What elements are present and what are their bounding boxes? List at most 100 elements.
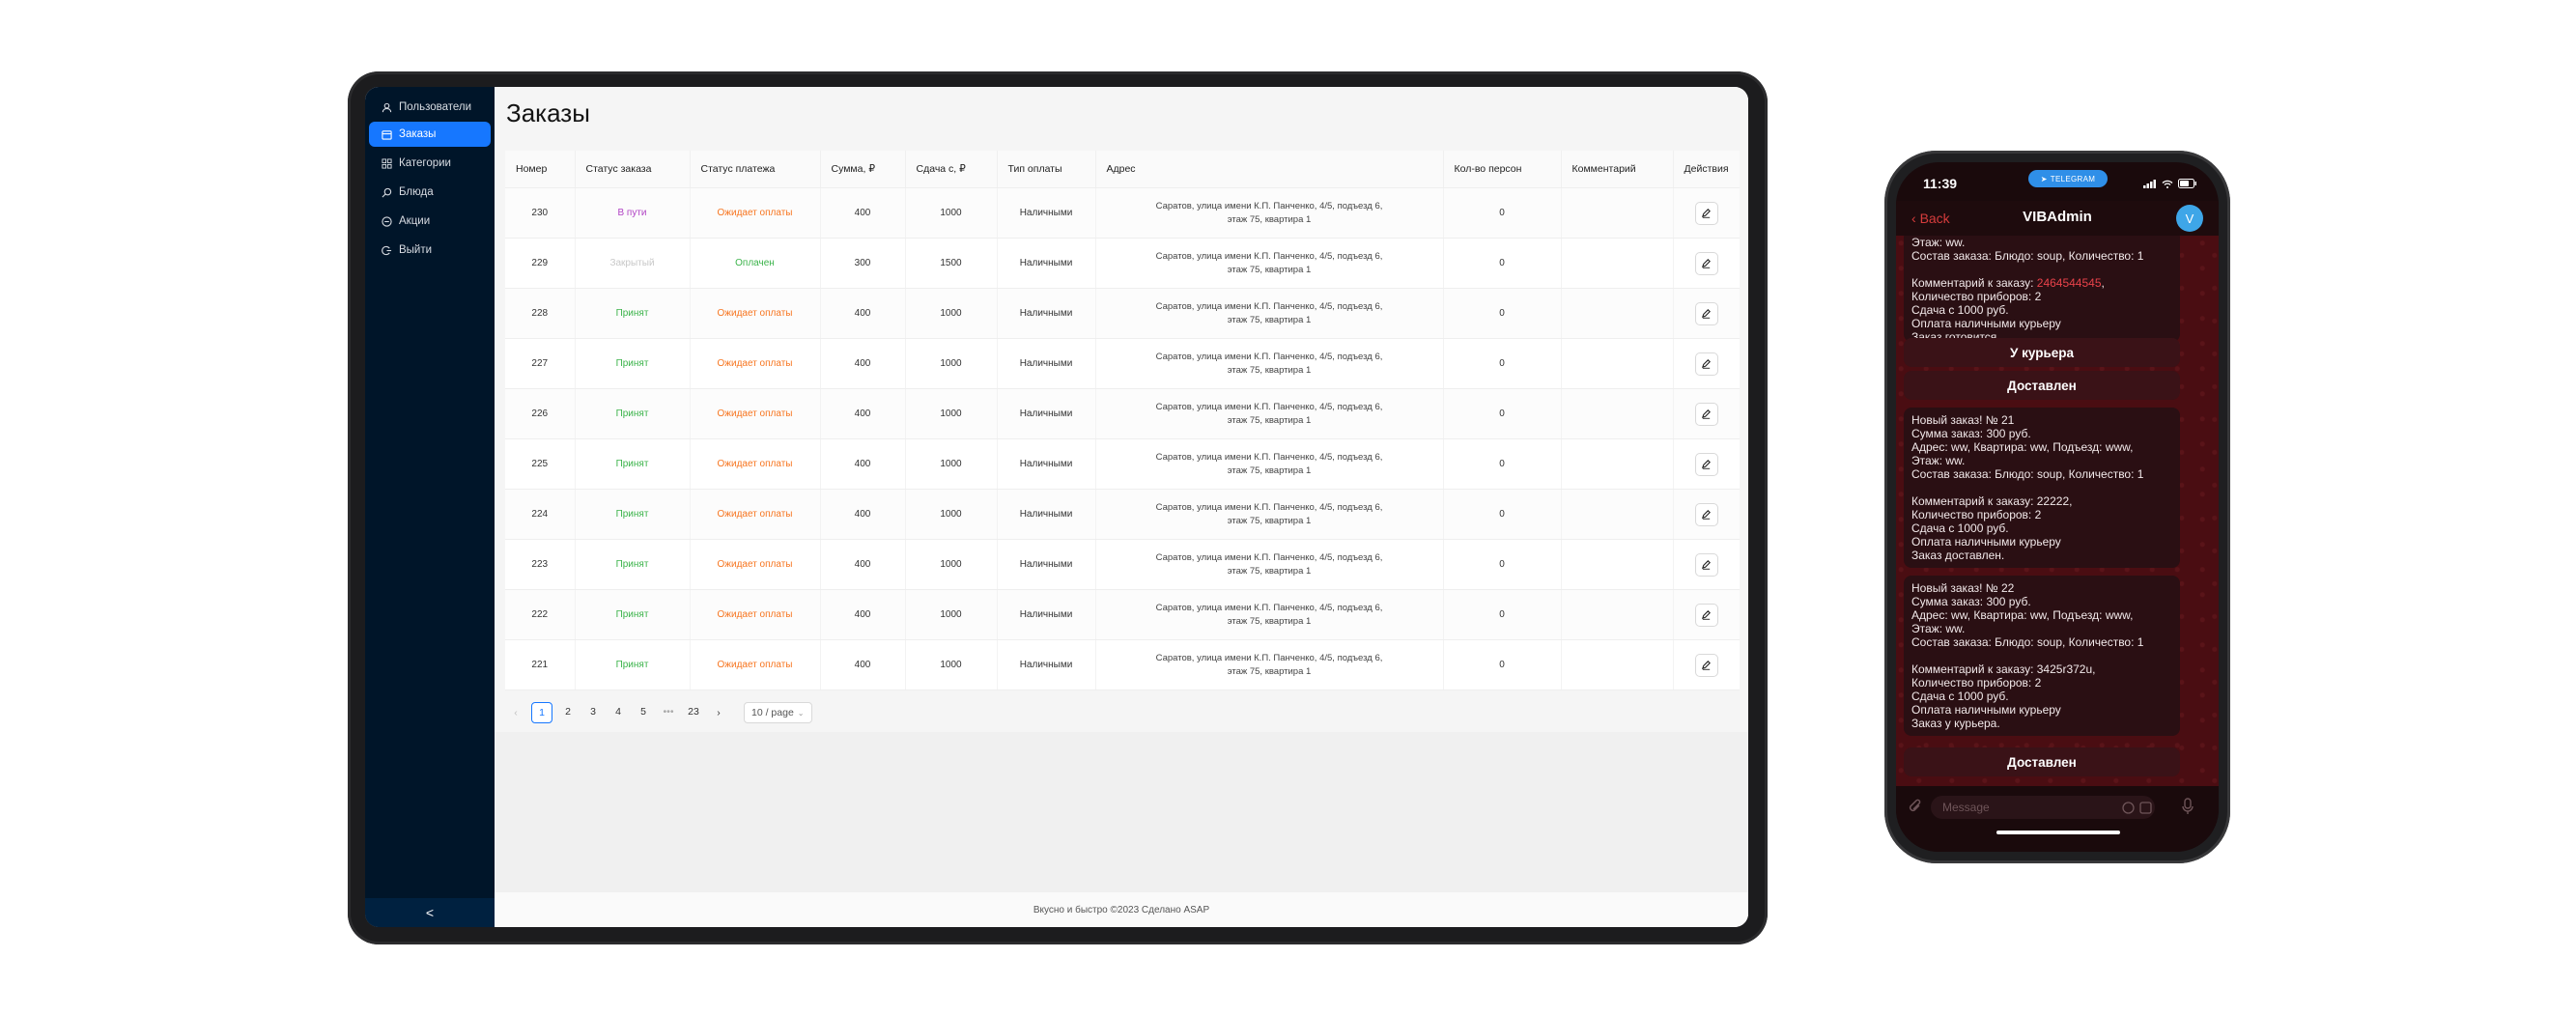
tag-icon (381, 215, 392, 227)
column-header: Сумма, ₽ (820, 151, 906, 188)
message-bubble: Новый заказ! № 21 Сумма заказ: 300 руб. … (1904, 408, 2180, 568)
page-5-button[interactable]: 5 (634, 702, 653, 721)
message-bubble: Этаж: ww. Состав заказа: Блюдо: soup, Ко… (1904, 236, 2180, 344)
order-number: 223 (505, 539, 576, 590)
keyboard-button-delivered[interactable]: Доставлен (1904, 371, 2180, 400)
table-row[interactable]: 228 Принят Ожидает оплаты 400 1000 Наличными С… (505, 288, 1740, 339)
sidebar-item-dishes[interactable]: Блюда (369, 180, 491, 205)
order-address: Саратов, улица имени К.П. Панченко, 4/5,… (1095, 187, 1444, 239)
message-text: Комментарий к заказу: (1911, 276, 2037, 290)
pagination: ‹ 1 2 3 4 5 ••• 23 › 10 / page ⌄ (506, 701, 812, 724)
order-comment (1561, 539, 1674, 590)
keyboard-icon[interactable] (2139, 802, 2152, 819)
attach-icon[interactable] (1908, 798, 1923, 820)
order-change: 1000 (905, 438, 998, 490)
next-page-button[interactable]: › (709, 703, 728, 722)
payment-type: Наличными (997, 489, 1096, 540)
actions-cell (1673, 639, 1740, 690)
telegram-pill[interactable]: ➤ TELEGRAM (2028, 170, 2108, 187)
order-comment (1561, 489, 1674, 540)
table-row[interactable]: 224 Принят Ожидает оплаты 400 1000 Наличными С… (505, 489, 1740, 540)
edit-button[interactable] (1694, 552, 1718, 577)
order-number: 224 (505, 489, 576, 540)
edit-button[interactable] (1694, 502, 1718, 526)
order-address: Саратов, улица имени К.П. Панченко, 4/5,… (1095, 589, 1444, 640)
sidebar-collapse-button[interactable]: < (365, 898, 495, 927)
sidebar-item-promotions[interactable]: Акции (369, 209, 491, 234)
status-icons (2143, 176, 2197, 191)
table-row[interactable]: 226 Принят Ожидает оплаты 400 1000 Наличными С… (505, 388, 1740, 439)
sidebar-item-label: Акции (399, 215, 431, 227)
edit-button[interactable] (1694, 653, 1718, 677)
payment-type: Наличными (997, 388, 1096, 439)
table-row[interactable]: 227 Принят Ожидает оплаты 400 1000 Наличными С… (505, 338, 1740, 389)
table-row[interactable]: 221 Принят Ожидает оплаты 400 1000 Наличными С… (505, 639, 1740, 690)
table-header-row: Номер Статус заказа Статус платежа Сумма, ₽… (505, 151, 1740, 188)
address-line: этаж 75, квартира 1 (1227, 264, 1312, 275)
page-3-button[interactable]: 3 (583, 702, 603, 721)
sidebar-item-users[interactable]: Пользователи (369, 95, 491, 120)
keyboard-button-courier[interactable]: У курьера (1904, 338, 2180, 367)
payment-type: Наличными (997, 238, 1096, 289)
edit-button[interactable] (1694, 352, 1718, 376)
sticker-icon[interactable] (2122, 802, 2135, 819)
actions-cell (1673, 589, 1740, 640)
status-bar: 11:39 ➤ TELEGRAM (1896, 162, 2219, 201)
page-2-button[interactable]: 2 (558, 702, 578, 721)
order-comment (1561, 438, 1674, 490)
order-status-label: Принят (615, 559, 649, 570)
edit-button[interactable] (1694, 452, 1718, 476)
edit-button[interactable] (1694, 201, 1718, 225)
table-row[interactable]: 222 Принят Ожидает оплаты 400 1000 Наличными С… (505, 589, 1740, 640)
order-sum: 400 (820, 187, 906, 239)
sidebar-item-categories[interactable]: Категории (369, 151, 491, 176)
order-status: Принят (575, 489, 691, 540)
order-sum: 300 (820, 238, 906, 289)
order-change: 1000 (905, 338, 998, 389)
edit-button[interactable] (1694, 603, 1718, 627)
table-row[interactable]: 229 Закрытый Оплачен 300 1500 Наличными Сарато… (505, 238, 1740, 289)
battery-icon (2178, 176, 2197, 191)
table-row[interactable]: 225 Принят Ожидает оплаты 400 1000 Наличными С… (505, 438, 1740, 490)
payment-status: Ожидает оплаты (690, 288, 821, 339)
page-4-button[interactable]: 4 (609, 702, 628, 721)
order-change: 1000 (905, 388, 998, 439)
message-text: Количество приборов: 2 Сдача с 1000 руб.… (1911, 290, 2061, 344)
persons-count: 0 (1443, 589, 1562, 640)
table-row[interactable]: 230 В пути Ожидает оплаты 400 1000 Наличными С… (505, 187, 1740, 239)
order-sum: 400 (820, 388, 906, 439)
payment-status: Ожидает оплаты (690, 338, 821, 389)
sidebar-item-logout[interactable]: Выйти (369, 238, 491, 263)
order-address: Саратов, улица имени К.П. Панченко, 4/5,… (1095, 288, 1444, 339)
order-status: Принят (575, 639, 691, 690)
sidebar-item-orders[interactable]: Заказы (369, 122, 491, 147)
microphone-icon[interactable] (2182, 798, 2194, 820)
payment-status: Ожидает оплаты (690, 639, 821, 690)
order-status: Принят (575, 539, 691, 590)
order-comment (1561, 187, 1674, 239)
avatar[interactable]: V (2176, 205, 2203, 232)
edit-button[interactable] (1694, 301, 1718, 325)
home-indicator (1996, 831, 2120, 834)
edit-button[interactable] (1694, 402, 1718, 426)
order-number: 226 (505, 388, 576, 439)
order-sum: 400 (820, 288, 906, 339)
page-23-button[interactable]: 23 (684, 702, 703, 721)
actions-cell (1673, 539, 1740, 590)
order-status-label: Принят (615, 660, 649, 670)
pagination-ellipsis[interactable]: ••• (659, 702, 678, 721)
edit-button[interactable] (1694, 251, 1718, 275)
tablet-frame: Пользователи Заказы Категории Блюда Акци… (348, 71, 1768, 944)
keyboard-button-delivered[interactable]: Доставлен (1904, 747, 2180, 776)
logout-icon (381, 244, 392, 256)
payment-type: Наличными (997, 589, 1096, 640)
address-line: этаж 75, квартира 1 (1227, 213, 1312, 225)
order-number: 225 (505, 438, 576, 490)
table-row[interactable]: 223 Принят Ожидает оплаты 400 1000 Наличными С… (505, 539, 1740, 590)
page-size-select[interactable]: 10 / page ⌄ (744, 702, 812, 723)
page-1-button[interactable]: 1 (531, 702, 552, 723)
prev-page-button[interactable]: ‹ (506, 703, 525, 722)
page-size-value: 10 / page (751, 707, 794, 718)
address-line: Саратов, улица имени К.П. Панченко, 4/5,… (1155, 300, 1383, 312)
payment-status-label: Ожидает оплаты (717, 208, 793, 218)
